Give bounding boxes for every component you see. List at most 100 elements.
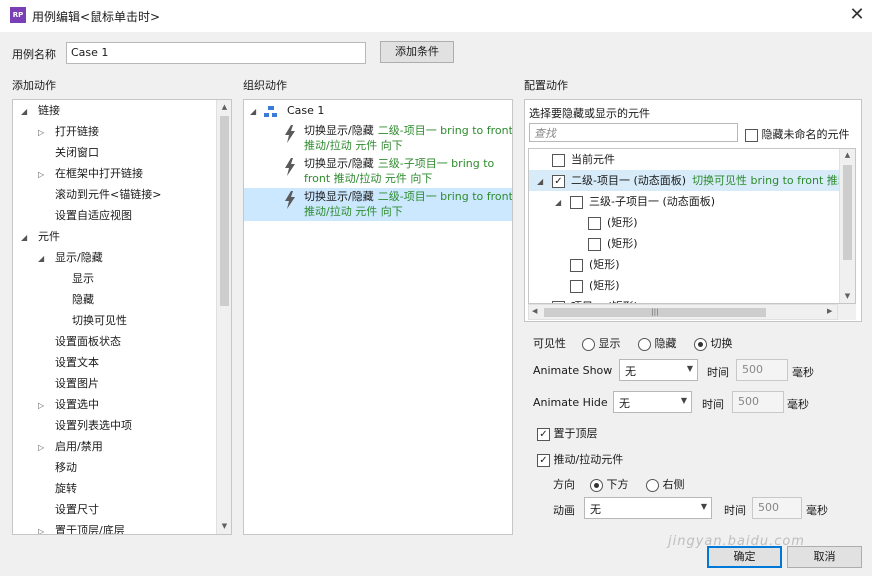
- widget-checkbox[interactable]: [552, 153, 565, 167]
- ok-button[interactable]: 确定: [707, 546, 782, 568]
- scroll-thumb[interactable]: [843, 165, 852, 260]
- radio-down[interactable]: [590, 478, 603, 492]
- add-action-item[interactable]: 设置自适应视图: [38, 205, 132, 226]
- add-action-scrollbar[interactable]: ▲ ▼: [216, 100, 231, 534]
- widget-tree-vscrollbar[interactable]: ▲ ▼: [839, 149, 855, 303]
- action-line2: front 推动/拉动 元件 向下: [304, 172, 433, 185]
- direction-down-radio[interactable]: 下方: [590, 476, 629, 492]
- push-pull-box[interactable]: ✓: [537, 453, 550, 467]
- radio-toggle[interactable]: [694, 337, 707, 351]
- bring-to-front-label: 置于顶层: [553, 427, 598, 440]
- expand-arrow-icon[interactable]: ◢: [21, 227, 31, 248]
- scroll-thumb[interactable]: |||: [544, 308, 766, 317]
- animate-hide-time-input[interactable]: 500: [732, 391, 784, 413]
- push-pull-checkbox[interactable]: ✓ 推动/拉动元件: [537, 451, 623, 467]
- animate-hide-select[interactable]: 无 ▼: [613, 391, 692, 413]
- add-action-item[interactable]: ▷ 启用/禁用: [38, 436, 103, 457]
- widget-checkbox[interactable]: [570, 195, 583, 209]
- scroll-thumb[interactable]: [220, 116, 229, 306]
- add-action-item[interactable]: ◢ 显示/隐藏: [38, 247, 103, 268]
- scroll-left-arrow-icon[interactable]: ◀: [532, 307, 537, 315]
- scroll-up-arrow-icon[interactable]: ▲: [840, 151, 855, 159]
- add-condition-button[interactable]: 添加条件: [380, 41, 454, 63]
- widget-item[interactable]: 项目一 (矩形): [529, 296, 839, 303]
- action-item[interactable]: 切换显示/隐藏 二级-项目一 bring to front 推动/拉动 元件 向下: [244, 188, 512, 221]
- add-action-item[interactable]: 显示: [55, 268, 94, 289]
- collapse-arrow-icon[interactable]: ▷: [38, 437, 48, 458]
- cancel-button[interactable]: 取消: [787, 546, 862, 568]
- action-item[interactable]: 切换显示/隐藏 二级-项目一 bring to front 推动/拉动 元件 向下: [244, 122, 512, 155]
- collapse-arrow-icon[interactable]: ▷: [38, 521, 48, 534]
- animation-time-input[interactable]: 500: [752, 497, 802, 519]
- visibility-hide-radio[interactable]: 隐藏: [638, 335, 677, 351]
- scroll-down-arrow-icon[interactable]: ▼: [217, 522, 231, 530]
- add-action-item[interactable]: ▷ 打开链接: [38, 121, 99, 142]
- animation-select[interactable]: 无 ▼: [584, 497, 712, 519]
- add-action-item[interactable]: 关闭窗口: [38, 142, 99, 163]
- add-action-item[interactable]: 隐藏: [55, 289, 94, 310]
- add-action-item[interactable]: ▷ 在框架中打开链接: [38, 163, 143, 184]
- animate-show-select[interactable]: 无 ▼: [619, 359, 698, 381]
- widget-checkbox[interactable]: [570, 279, 583, 293]
- expand-arrow-icon[interactable]: ◢: [38, 248, 48, 269]
- widget-item[interactable]: ◢ ✓ 二级-项目一 (动态面板) 切换可见性 bring to front 推动/拉: [529, 170, 855, 192]
- widget-item[interactable]: (矩形): [529, 212, 839, 233]
- window-title: 用例编辑<鼠标单击时>: [32, 10, 161, 24]
- expand-arrow-icon[interactable]: ◢: [21, 101, 31, 122]
- widget-item-content: (矩形): [555, 279, 620, 293]
- scroll-up-arrow-icon[interactable]: ▲: [217, 103, 231, 111]
- widget-item[interactable]: (矩形): [529, 275, 839, 296]
- scroll-down-arrow-icon[interactable]: ▼: [840, 292, 855, 300]
- collapse-arrow-icon[interactable]: ▷: [38, 395, 48, 416]
- add-action-item[interactable]: 设置列表选中项: [38, 415, 132, 436]
- case-node[interactable]: ◢ Case 1: [250, 100, 324, 121]
- visibility-show-radio[interactable]: 显示: [582, 335, 621, 351]
- widget-tree-hscrollbar[interactable]: ◀ ||| ▶: [528, 304, 838, 320]
- widget-item[interactable]: (矩形): [529, 233, 839, 254]
- animate-show-time-label: 时间: [707, 366, 729, 379]
- add-action-item[interactable]: 设置尺寸: [38, 499, 99, 520]
- hide-unnamed-box[interactable]: [745, 128, 758, 142]
- collapse-arrow-icon[interactable]: ▷: [38, 164, 48, 185]
- bring-to-front-checkbox[interactable]: ✓ 置于顶层: [537, 425, 598, 441]
- bring-to-front-box[interactable]: ✓: [537, 427, 550, 441]
- widget-checkbox[interactable]: [570, 258, 583, 272]
- expand-arrow-icon[interactable]: ◢: [555, 192, 565, 213]
- widget-tree: 当前元件 ◢ ✓ 二级-项目一 (动态面板) 切换可见性 bring to front …: [528, 148, 856, 304]
- direction-right-radio[interactable]: 右侧: [646, 476, 685, 492]
- add-action-item[interactable]: ◢ 元件: [21, 226, 60, 247]
- hide-unnamed-checkbox[interactable]: 隐藏未命名的元件: [745, 126, 850, 142]
- widget-checkbox[interactable]: [588, 216, 601, 230]
- radio-hide[interactable]: [638, 337, 651, 351]
- add-action-item-label: 启用/禁用: [55, 440, 103, 453]
- add-action-item[interactable]: ◢ 链接: [21, 100, 60, 121]
- radio-show[interactable]: [582, 337, 595, 351]
- add-action-item[interactable]: 滚动到元件<锚链接>: [38, 184, 161, 205]
- widget-item[interactable]: (矩形): [529, 254, 839, 275]
- case-label: Case 1: [287, 104, 325, 117]
- case-icon: [263, 105, 278, 117]
- animate-show-time-input[interactable]: 500: [736, 359, 788, 381]
- close-icon[interactable]: ✕: [846, 3, 868, 27]
- add-action-item[interactable]: 旋转: [38, 478, 77, 499]
- add-action-item[interactable]: 设置图片: [38, 373, 99, 394]
- visibility-toggle-radio[interactable]: 切换: [694, 335, 733, 351]
- add-action-item[interactable]: 设置面板状态: [38, 331, 121, 352]
- add-action-item[interactable]: 设置文本: [38, 352, 99, 373]
- collapse-arrow-icon[interactable]: ▷: [38, 122, 48, 143]
- widget-item[interactable]: ◢ 三级-子项目一 (动态面板): [529, 191, 839, 212]
- add-action-item[interactable]: ▷ 设置选中: [38, 394, 99, 415]
- search-input[interactable]: 查找: [529, 123, 738, 142]
- expand-arrow-icon[interactable]: ◢: [537, 171, 547, 192]
- widget-item[interactable]: 当前元件: [529, 149, 839, 170]
- scroll-right-arrow-icon[interactable]: ▶: [827, 307, 832, 315]
- widget-checkbox[interactable]: [588, 237, 601, 251]
- add-action-item[interactable]: 移动: [38, 457, 77, 478]
- add-action-item[interactable]: 切换可见性: [55, 310, 127, 331]
- add-action-item[interactable]: ▷ 置于顶层/底层: [38, 520, 125, 534]
- radio-right[interactable]: [646, 478, 659, 492]
- action-item[interactable]: 切换显示/隐藏 三级-子项目一 bring to front 推动/拉动 元件 向下: [244, 155, 512, 188]
- case-name-input[interactable]: Case 1: [66, 42, 366, 64]
- widget-label: (矩形): [607, 216, 638, 229]
- widget-checkbox[interactable]: ✓: [552, 174, 565, 188]
